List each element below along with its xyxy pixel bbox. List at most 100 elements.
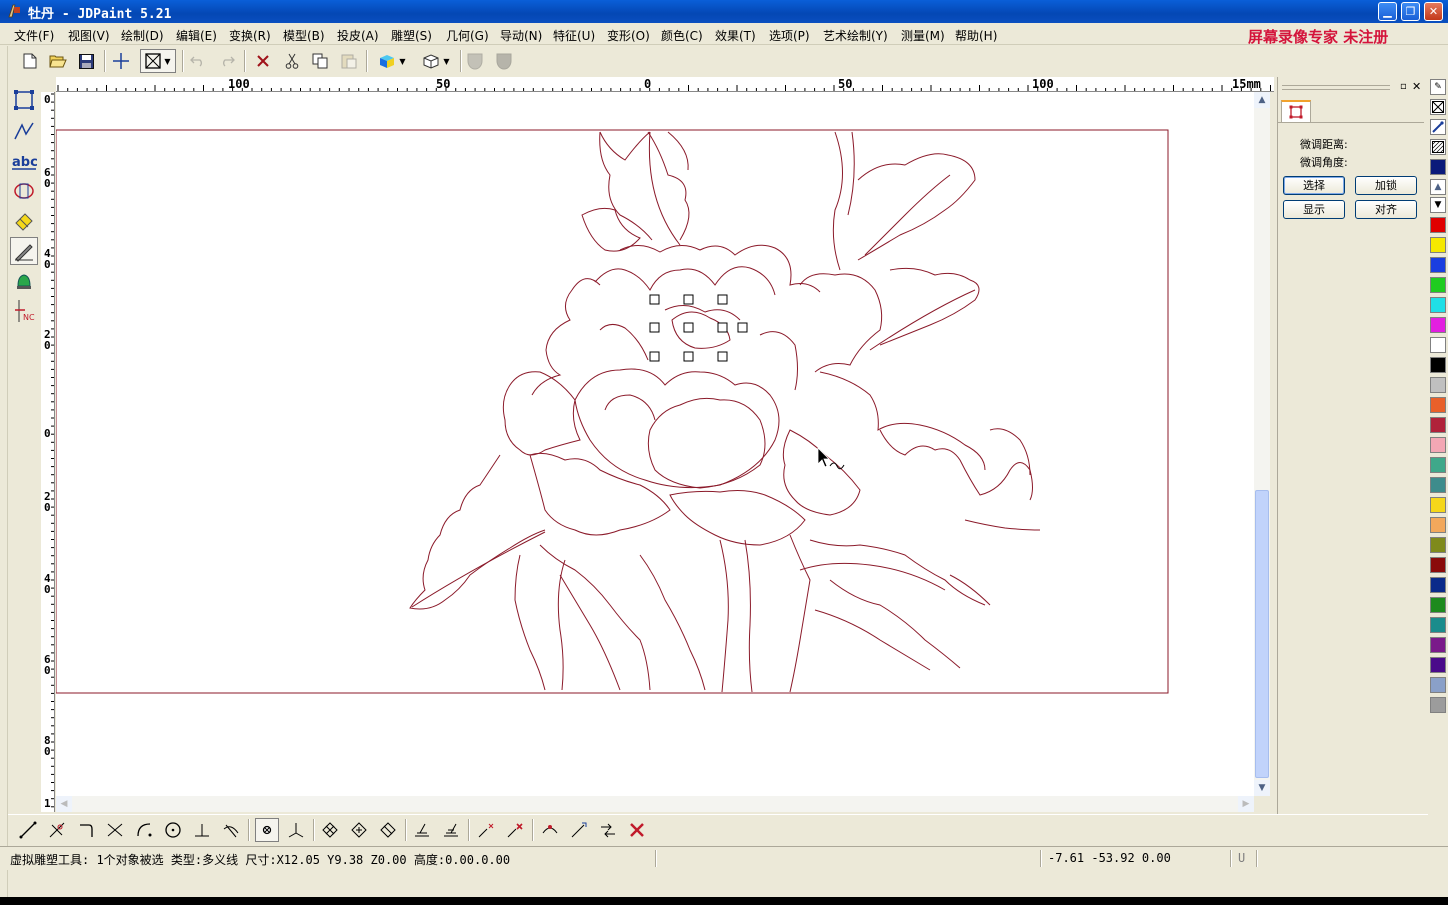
pen-icon[interactable]: ✎	[1430, 79, 1446, 95]
open-file-icon[interactable]	[46, 49, 70, 73]
eraser-tool-icon[interactable]	[10, 207, 38, 235]
node-diamond-icon[interactable]	[318, 818, 342, 842]
copy-icon[interactable]	[308, 49, 332, 73]
node-remove-icon[interactable]	[376, 818, 400, 842]
menu-deform[interactable]: 变形(O)	[607, 27, 650, 44]
menu-guide[interactable]: 导动(N)	[500, 27, 542, 44]
menu-sculpt[interactable]: 雕塑(S)	[391, 27, 432, 44]
select-button[interactable]: 选择	[1283, 176, 1345, 195]
panel-grip[interactable]	[1282, 85, 1390, 90]
menu-art-draw[interactable]: 艺术绘制(Y)	[823, 27, 888, 44]
color-swatch[interactable]	[1430, 297, 1446, 313]
color-swatch[interactable]	[1430, 377, 1446, 393]
color-swatch[interactable]	[1430, 257, 1446, 273]
no-color-icon[interactable]	[1430, 99, 1446, 115]
color-swatch[interactable]	[1430, 637, 1446, 653]
color-swatch[interactable]	[1430, 217, 1446, 233]
sculpt-tool-icon[interactable]	[10, 237, 38, 265]
node-edit-icon[interactable]	[10, 86, 38, 114]
paste-icon[interactable]	[337, 49, 361, 73]
delete-node-icon[interactable]	[625, 818, 649, 842]
color-swatch[interactable]	[1430, 277, 1446, 293]
vertical-scrollbar[interactable]: ▲ ▼	[1254, 92, 1270, 796]
scroll-down-icon[interactable]: ▼	[1254, 780, 1270, 796]
tab-node-edit[interactable]	[1281, 100, 1311, 122]
color-swatch[interactable]	[1430, 397, 1446, 413]
new-file-icon[interactable]	[18, 49, 42, 73]
node-add-icon[interactable]	[347, 818, 371, 842]
snap-point-icon[interactable]	[255, 818, 279, 842]
menu-effects[interactable]: 效果(T)	[715, 27, 756, 44]
shield-icon[interactable]	[463, 49, 487, 73]
bell-tool-icon[interactable]	[10, 267, 38, 295]
color-cube-icon[interactable]: ▼	[372, 49, 412, 73]
lock-button[interactable]: 加锁	[1355, 176, 1417, 195]
break-line-icon[interactable]	[474, 818, 498, 842]
color-swatch[interactable]	[1430, 557, 1446, 573]
crosshair-icon[interactable]	[109, 49, 133, 73]
measure-tool-icon[interactable]: NC	[10, 297, 38, 325]
delete-icon[interactable]	[251, 49, 275, 73]
color-swatch[interactable]	[1430, 437, 1446, 453]
tangent-arc-icon[interactable]	[219, 818, 243, 842]
color-swatch[interactable]	[1430, 657, 1446, 673]
view-3d-icon[interactable]: ▼	[416, 49, 456, 73]
color-swatch[interactable]	[1430, 237, 1446, 253]
polyline-tool-icon[interactable]	[10, 117, 38, 145]
flatten-icon[interactable]	[410, 818, 434, 842]
snap-angle-icon[interactable]	[284, 818, 308, 842]
color-swatch[interactable]	[1430, 517, 1446, 533]
intersect-icon[interactable]	[103, 818, 127, 842]
drawing-canvas[interactable]	[56, 92, 1254, 796]
current-color-swatch[interactable]	[1430, 159, 1446, 175]
perpendicular-icon[interactable]	[190, 818, 214, 842]
menu-options[interactable]: 选项(P)	[769, 27, 810, 44]
select-box-icon[interactable]: ▼	[140, 49, 176, 73]
align-button[interactable]: 对齐	[1355, 200, 1417, 219]
panel-close-icon[interactable]: ✕	[1412, 80, 1421, 93]
eyedropper-icon[interactable]	[1430, 119, 1446, 135]
menu-measure[interactable]: 测量(M)	[901, 27, 945, 44]
menu-view[interactable]: 视图(V)	[68, 27, 110, 44]
menu-model[interactable]: 模型(B)	[283, 27, 325, 44]
horizontal-scrollbar[interactable]: ◀ ▶	[56, 796, 1254, 812]
color-swatch[interactable]	[1430, 617, 1446, 633]
menu-color[interactable]: 颜色(C)	[661, 27, 703, 44]
scroll-left-icon[interactable]: ◀	[56, 796, 72, 812]
shield-filled-icon[interactable]	[492, 49, 516, 73]
show-button[interactable]: 显示	[1283, 200, 1345, 219]
color-swatch[interactable]	[1430, 477, 1446, 493]
menu-feature[interactable]: 特征(U)	[553, 27, 595, 44]
menu-help[interactable]: 帮助(H)	[955, 27, 997, 44]
save-icon[interactable]	[74, 49, 98, 73]
undo-icon[interactable]	[186, 49, 210, 73]
color-swatch[interactable]	[1430, 337, 1446, 353]
menu-edit[interactable]: 编辑(E)	[176, 27, 217, 44]
color-swatch[interactable]	[1430, 357, 1446, 373]
scroll-thumb[interactable]	[1255, 490, 1269, 778]
palette-scroll-up-icon[interactable]: ▲	[1430, 179, 1446, 195]
color-swatch[interactable]	[1430, 497, 1446, 513]
menu-draw[interactable]: 绘制(D)	[121, 27, 164, 44]
tangent-line-icon[interactable]	[45, 818, 69, 842]
line-segment-icon[interactable]	[16, 818, 40, 842]
color-swatch[interactable]	[1430, 577, 1446, 593]
extend-curve-icon[interactable]	[567, 818, 591, 842]
menu-geometry[interactable]: 几何(G)	[446, 27, 489, 44]
menu-transform[interactable]: 变换(R)	[229, 27, 271, 44]
text-tool-icon[interactable]: abc	[10, 148, 38, 176]
corner-icon[interactable]	[74, 818, 98, 842]
panel-pin-icon[interactable]: ▫	[1400, 81, 1407, 92]
shape-tool-icon[interactable]	[10, 177, 38, 205]
trim-line-icon[interactable]	[503, 818, 527, 842]
join-curves-icon[interactable]	[538, 818, 562, 842]
color-swatch[interactable]	[1430, 457, 1446, 473]
restore-button[interactable]: ❐	[1401, 2, 1420, 21]
color-swatch[interactable]	[1430, 317, 1446, 333]
color-swatch[interactable]	[1430, 677, 1446, 693]
menu-file[interactable]: 文件(F)	[14, 27, 54, 44]
arc-icon[interactable]	[132, 818, 156, 842]
color-swatch[interactable]	[1430, 697, 1446, 713]
flatten-all-icon[interactable]	[439, 818, 463, 842]
color-swatch[interactable]	[1430, 597, 1446, 613]
